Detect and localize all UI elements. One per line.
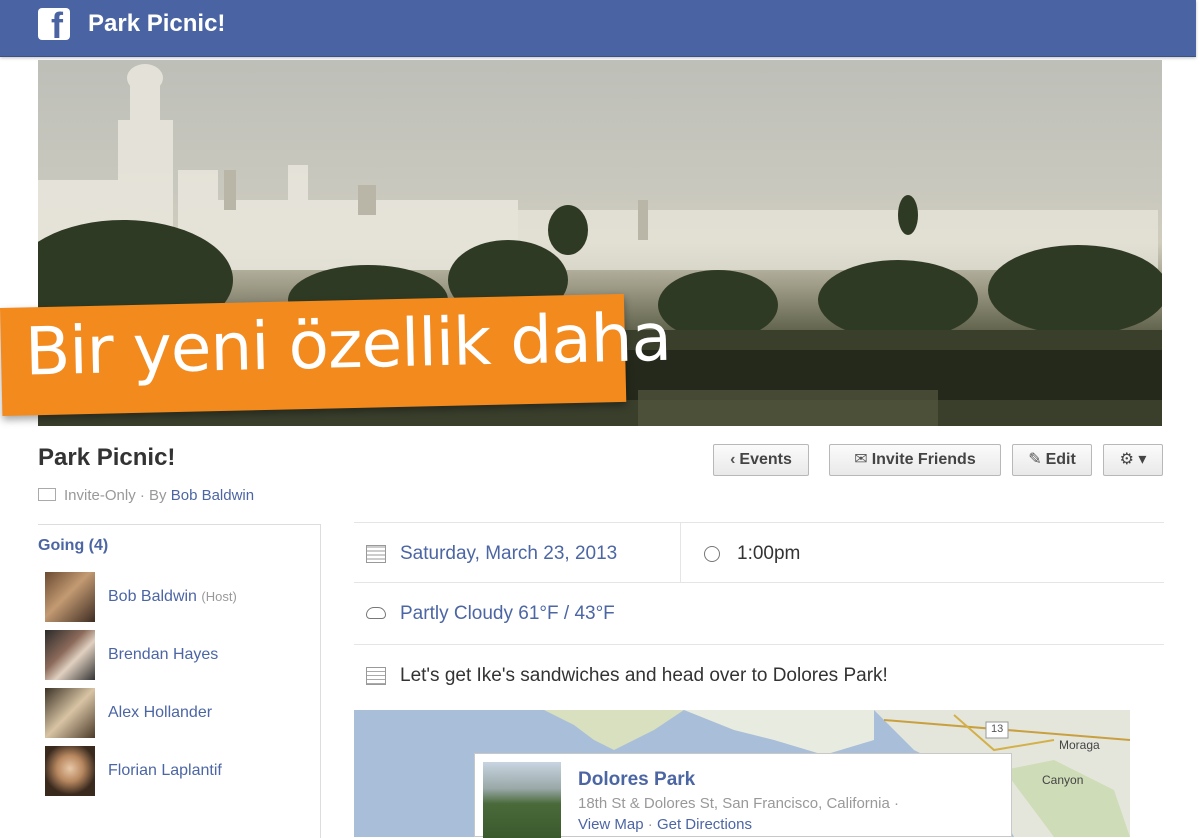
edit-button[interactable]: ✎ Edit xyxy=(1012,444,1092,476)
event-time: 1:00pm xyxy=(737,543,801,564)
place-thumbnail[interactable] xyxy=(483,762,561,838)
host-link[interactable]: Bob Baldwin xyxy=(171,487,254,504)
facebook-logo-letter: f xyxy=(51,5,63,46)
attendee-name[interactable]: Alex Hollander xyxy=(108,704,212,722)
attendee-name-text: Florian Laplantif xyxy=(108,762,222,779)
chevron-down-icon: ▾ xyxy=(1138,451,1147,468)
view-map-link[interactable]: View Map xyxy=(578,816,644,833)
event-description: Let's get Ike's sandwiches and head over… xyxy=(400,665,888,686)
avatar[interactable] xyxy=(45,630,95,680)
place-address: 18th St & Dolores St, San Francisco, Cal… xyxy=(578,795,899,812)
privacy-label: Invite-Only xyxy=(64,487,136,504)
events-button[interactable]: ‹ Events xyxy=(713,444,809,476)
edit-button-label: Edit xyxy=(1045,451,1076,468)
place-name-link[interactable]: Dolores Park xyxy=(578,769,695,791)
attendee-name[interactable]: Florian Laplantif xyxy=(108,762,222,780)
avatar[interactable] xyxy=(45,688,95,738)
going-panel: Going (4) Bob Baldwin (Host) Brendan Hay… xyxy=(38,524,321,838)
weather-row: Partly Cloudy 61°F / 43°F xyxy=(354,582,1164,643)
cloud-icon xyxy=(366,607,386,619)
attendee-item[interactable]: Bob Baldwin (Host) xyxy=(45,572,315,624)
divider xyxy=(680,523,681,583)
by-prefix: · By xyxy=(139,487,167,504)
calendar-icon xyxy=(366,545,386,563)
get-directions-link[interactable]: Get Directions xyxy=(657,816,752,833)
map-city-label: Canyon xyxy=(1042,773,1084,787)
date-time-row: Saturday, March 23, 2013 1:00pm xyxy=(354,522,1164,583)
facebook-logo-icon[interactable]: f xyxy=(38,6,70,46)
attendee-item[interactable]: Alex Hollander xyxy=(45,688,315,740)
window-title: Park Picnic! xyxy=(88,10,226,37)
invite-friends-button[interactable]: ✉ Invite Friends xyxy=(829,444,1001,476)
clock-icon xyxy=(704,546,720,562)
place-card: Dolores Park 18th St & Dolores St, San F… xyxy=(474,753,1012,838)
document-icon xyxy=(366,667,386,685)
description-row: Let's get Ike's sandwiches and head over… xyxy=(354,644,1164,709)
place-links: View Map · Get Directions xyxy=(578,816,752,833)
settings-dropdown-button[interactable]: ⚙ ▾ xyxy=(1103,444,1163,476)
attendee-item[interactable]: Brendan Hayes xyxy=(45,630,315,682)
link-separator: · xyxy=(647,816,653,833)
attendee-item[interactable]: Florian Laplantif xyxy=(45,746,315,798)
envelope-icon: ✉ xyxy=(854,451,868,468)
route-badge: 13 xyxy=(991,723,1004,735)
events-button-label: Events xyxy=(739,451,792,468)
avatar[interactable] xyxy=(45,746,95,796)
event-title: Park Picnic! xyxy=(38,444,176,471)
map-city-label: Moraga xyxy=(1059,738,1100,752)
pencil-icon: ✎ xyxy=(1028,451,1042,468)
avatar[interactable] xyxy=(45,572,95,622)
promo-banner: Bir yeni özellik daha xyxy=(0,293,672,416)
envelope-icon xyxy=(38,488,56,501)
going-count-link[interactable]: Going (4) xyxy=(38,537,108,555)
top-bar: f Park Picnic! xyxy=(0,0,1196,57)
back-arrow-icon: ‹ xyxy=(730,451,736,468)
attendee-name-text: Bob Baldwin xyxy=(108,588,197,605)
attendee-name-text: Alex Hollander xyxy=(108,704,213,721)
invite-friends-label: Invite Friends xyxy=(871,451,976,468)
event-date[interactable]: Saturday, March 23, 2013 xyxy=(400,543,617,565)
attendee-name-text: Brendan Hayes xyxy=(108,646,219,663)
gear-icon: ⚙ xyxy=(1119,451,1134,468)
attendee-name[interactable]: Bob Baldwin (Host) xyxy=(108,588,237,606)
event-privacy-line: Invite-Only · By Bob Baldwin xyxy=(38,487,254,504)
host-tag: (Host) xyxy=(201,589,237,604)
attendee-name[interactable]: Brendan Hayes xyxy=(108,646,218,664)
weather-forecast[interactable]: Partly Cloudy 61°F / 43°F xyxy=(400,603,615,625)
promo-banner-text: Bir yeni özellik daha xyxy=(24,298,672,391)
